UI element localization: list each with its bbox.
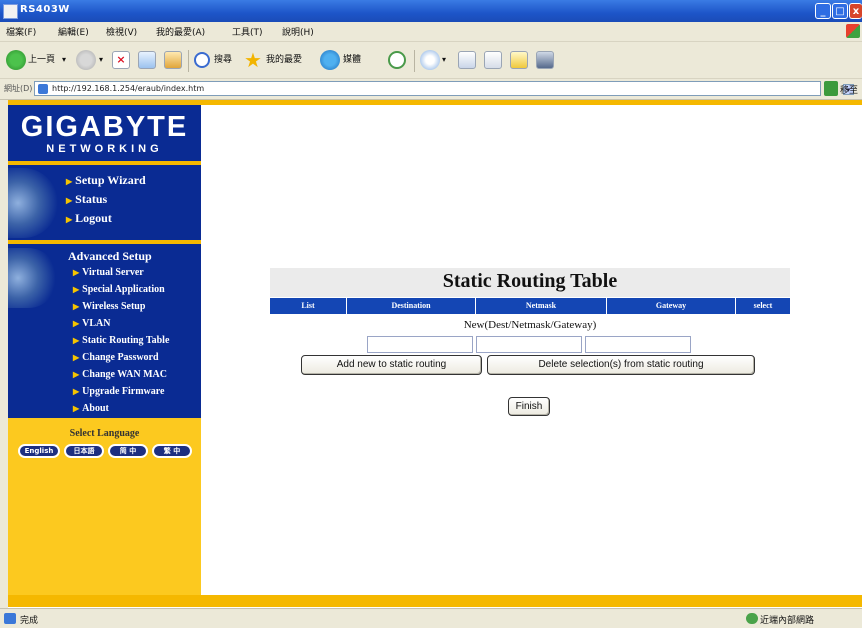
folder-icon[interactable] (510, 51, 528, 69)
language-simplified-chinese-button[interactable]: 简 中 (108, 444, 148, 458)
forward-icon[interactable] (76, 50, 96, 70)
nav-change-wan-mac[interactable]: ▶ Change WAN MAC (73, 369, 167, 380)
menu-help[interactable]: 說明(H) (282, 25, 314, 38)
print-icon[interactable] (458, 51, 476, 69)
media-icon[interactable] (320, 50, 340, 70)
gateway-input[interactable] (585, 336, 691, 353)
language-japanese-button[interactable]: 日本語 (64, 444, 104, 458)
logo-subtext: NETWORKING (46, 143, 163, 155)
menu-file[interactable]: 檔案(F) (6, 25, 36, 38)
new-route-label: New(Dest/Netmask/Gateway) (463, 319, 597, 331)
edit-icon[interactable] (484, 51, 502, 69)
status-text: 完成 (20, 616, 39, 626)
toolbar-separator (414, 50, 415, 72)
nav-vlan[interactable]: ▶ VLAN (73, 318, 111, 329)
netmask-input[interactable] (476, 336, 582, 353)
history-icon[interactable] (388, 51, 406, 69)
advanced-setup-title: Advanced Setup (68, 249, 152, 263)
language-english-button[interactable]: English (18, 444, 60, 458)
destination-input[interactable] (367, 336, 473, 353)
home-icon[interactable] (164, 51, 182, 69)
menu-favorites[interactable]: 我的最愛(A) (156, 25, 205, 38)
select-language-title: Select Language (69, 428, 140, 439)
menu-bar: 檔案(F) 編輯(E) 檢視(V) 我的最愛(A) 工具(T) 說明(H) (0, 22, 862, 42)
nav-about[interactable]: ▶ About (73, 403, 109, 414)
menu-edit[interactable]: 編輯(E) (58, 25, 89, 38)
refresh-icon[interactable] (138, 51, 156, 69)
logo-text: GIGABYTE (20, 111, 189, 143)
nav-special-application[interactable]: ▶ Special Application (73, 284, 165, 295)
toolbar-separator (188, 50, 189, 72)
mail-icon[interactable] (420, 50, 440, 70)
mail-dropdown-icon[interactable]: ▾ (442, 48, 446, 72)
column-header-destination: Destination (347, 298, 475, 314)
language-traditional-chinese-button[interactable]: 繁 中 (152, 444, 192, 458)
menu-tools[interactable]: 工具(T) (232, 25, 263, 38)
address-bar: 網址(D) http://192.168.1.254/eraub/index.h… (0, 79, 862, 100)
nav-wireless-setup[interactable]: ▶ Wireless Setup (73, 301, 145, 312)
gigabyte-logo: GIGABYTE NETWORKING (8, 105, 201, 161)
stop-icon[interactable]: × (112, 51, 130, 69)
search-icon[interactable] (194, 52, 210, 68)
nav-setup-wizard[interactable]: ▶ Setup Wizard (66, 173, 146, 188)
nav-logout[interactable]: ▶ Logout (66, 211, 112, 226)
bottom-accent-stripe (8, 595, 862, 607)
column-header-gateway: Gateway (607, 298, 735, 314)
title-bar: RS403W _ □ x (0, 0, 862, 22)
add-static-route-button[interactable]: Add new to static routing (301, 355, 482, 375)
nav-change-password[interactable]: ▶ Change Password (73, 352, 159, 363)
viewport-left-edge (0, 100, 8, 608)
address-input[interactable]: http://192.168.1.254/eraub/index.htm ▾ (34, 81, 854, 96)
column-header-list: List (270, 298, 346, 314)
search-button-label[interactable]: 搜尋 (214, 48, 232, 72)
windows-logo-icon (846, 24, 860, 38)
zone-text: 近端內部網路 (760, 616, 815, 626)
column-header-select: select (736, 298, 790, 314)
back-button-label[interactable]: 上一頁 (28, 48, 55, 72)
address-url[interactable]: http://192.168.1.254/eraub/index.htm (52, 84, 204, 93)
maximize-button[interactable]: □ (832, 3, 848, 19)
go-button-label[interactable]: 移至 (840, 83, 858, 96)
menu-view[interactable]: 檢視(V) (106, 25, 137, 38)
nav-status[interactable]: ▶ Status (66, 192, 107, 207)
media-button-label[interactable]: 媒體 (343, 48, 361, 72)
nav-static-routing-table[interactable]: ▶ Static Routing Table (73, 335, 169, 346)
address-label: 網址(D) (4, 84, 33, 93)
nav-virtual-server[interactable]: ▶ Virtual Server (73, 267, 144, 278)
messenger-icon[interactable] (536, 51, 554, 69)
favorites-star-icon[interactable]: ★ (244, 48, 262, 72)
browser-toolbar: 上一頁 ▾ ▾ × 搜尋 ★ 我的最愛 媒體 ▾ (0, 42, 862, 79)
column-header-netmask: Netmask (476, 298, 606, 314)
forward-dropdown-icon[interactable]: ▾ (99, 48, 103, 72)
back-dropdown-icon[interactable]: ▾ (62, 48, 66, 72)
window-title: RS403W (20, 4, 70, 15)
page-title: Static Routing Table (442, 270, 618, 292)
delete-static-route-button[interactable]: Delete selection(s) from static routing (487, 355, 755, 375)
favorites-button-label[interactable]: 我的最愛 (266, 48, 302, 72)
globe-graphic-icon (8, 248, 58, 308)
app-icon (3, 4, 18, 19)
intranet-zone-icon (746, 613, 758, 624)
finish-button[interactable]: Finish (508, 397, 550, 416)
globe-graphic-icon (8, 168, 58, 238)
nav-upgrade-firmware[interactable]: ▶ Upgrade Firmware (73, 386, 164, 397)
advanced-nav-block: Advanced Setup ▶ Virtual Server ▶ Special … (8, 244, 201, 418)
close-button[interactable]: x (849, 3, 862, 19)
page-icon (38, 84, 48, 94)
go-icon[interactable] (824, 81, 838, 96)
back-icon[interactable] (6, 50, 26, 70)
page-done-icon (4, 613, 16, 624)
status-bar: 完成 近端內部網路 (0, 608, 862, 628)
main-nav-block: ▶ Setup Wizard ▶ Status ▶ Logout (8, 165, 201, 240)
minimize-button[interactable]: _ (815, 3, 831, 19)
